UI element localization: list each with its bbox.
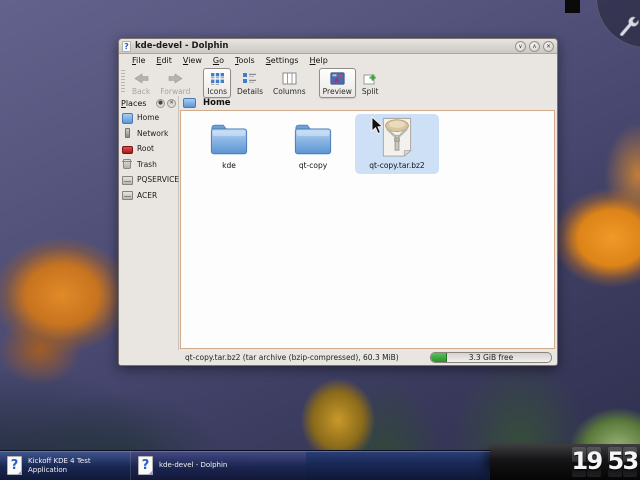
place-acer[interactable]: ACER	[119, 188, 178, 204]
window-icon: ?	[122, 41, 131, 52]
breadcrumb[interactable]: Home	[179, 96, 557, 110]
columns-view-button[interactable]: Columns	[269, 68, 310, 98]
dolphin-window: ? kde-devel - Dolphin ∨ ∧ ✕ File Edit Vi…	[118, 38, 558, 366]
task-icon: ?	[7, 456, 22, 475]
file-label: qt-copy.tar.bz2	[369, 161, 424, 170]
menu-view[interactable]: View	[183, 56, 202, 65]
minimize-button[interactable]: ∨	[515, 41, 526, 52]
details-view-icon	[242, 70, 257, 86]
places-header: Places ● ✕	[119, 96, 178, 110]
menu-help[interactable]: Help	[310, 56, 328, 65]
menubar: File Edit View Go Tools Settings Help	[119, 54, 557, 67]
back-button[interactable]: Back	[128, 68, 154, 98]
place-root[interactable]: Root	[119, 141, 178, 157]
place-trash[interactable]: Trash	[119, 157, 178, 173]
screen-artifact	[565, 0, 580, 13]
plasma-toolbox[interactable]	[596, 0, 640, 48]
task-dolphin[interactable]: ? kde-devel - Dolphin	[130, 451, 306, 480]
clock-digit: 3	[623, 447, 637, 477]
status-info: qt-copy.tar.bz2 (tar archive (bzip-compr…	[185, 353, 430, 362]
task-kickoff[interactable]: ? Kickoff KDE 4 Test Application	[0, 451, 130, 480]
forward-button[interactable]: Forward	[156, 68, 194, 98]
titlebar[interactable]: ? kde-devel - Dolphin ∨ ∧ ✕	[119, 39, 557, 54]
capacity-label: 3.3 GiB free	[431, 353, 551, 362]
place-pqservice[interactable]: PQSERVICE	[119, 172, 178, 188]
drive-icon	[122, 191, 133, 200]
folder-icon	[208, 117, 250, 157]
capacity-bar: 3.3 GiB free	[430, 352, 552, 363]
clock-widget: 1 9 5 3	[490, 444, 640, 480]
clock-digit: 1	[572, 447, 586, 477]
drive-icon	[122, 176, 133, 185]
file-label: kde	[222, 161, 236, 170]
wrench-icon	[614, 10, 640, 36]
archive-icon	[378, 117, 416, 157]
file-qt-copy-tar-bz2[interactable]: qt-copy.tar.bz2	[355, 114, 439, 174]
folder-icon	[292, 117, 334, 157]
preview-button[interactable]: Preview	[319, 68, 356, 98]
root-folder-icon	[122, 146, 133, 154]
menu-file[interactable]: File	[132, 56, 145, 65]
preview-icon	[330, 70, 345, 86]
home-folder-icon	[183, 98, 196, 108]
trash-icon	[123, 159, 131, 169]
flip-clock: 1 9 5 3	[571, 447, 637, 477]
places-float-button[interactable]: ●	[156, 99, 165, 108]
network-icon	[125, 128, 130, 138]
desktop: ? kde-devel - Dolphin ∨ ∧ ✕ File Edit Vi…	[0, 0, 640, 480]
folder-view[interactable]: kde qt-copy	[180, 110, 555, 349]
task-icon: ?	[138, 456, 153, 475]
toolbar-grip[interactable]	[121, 70, 125, 94]
columns-view-icon	[282, 70, 297, 86]
menu-edit[interactable]: Edit	[156, 56, 172, 65]
details-view-button[interactable]: Details	[233, 68, 267, 98]
forward-icon	[168, 70, 183, 86]
places-close-button[interactable]: ✕	[167, 99, 176, 108]
place-network[interactable]: Network	[119, 126, 178, 142]
home-folder-icon	[122, 113, 133, 124]
mouse-cursor	[371, 116, 383, 135]
clock-digit: 9	[587, 447, 601, 477]
statusbar: qt-copy.tar.bz2 (tar archive (bzip-compr…	[119, 350, 557, 365]
clock-digit: 5	[608, 447, 622, 477]
file-qt-copy[interactable]: qt-copy	[271, 114, 355, 174]
maximize-button[interactable]: ∧	[529, 41, 540, 52]
toolbar: Back Forward Icons	[119, 67, 557, 96]
window-title: kde-devel - Dolphin	[135, 41, 512, 51]
menu-settings[interactable]: Settings	[266, 56, 299, 65]
icons-view-button[interactable]: Icons	[203, 68, 231, 98]
icons-view-icon	[210, 70, 225, 86]
file-label: qt-copy	[299, 161, 327, 170]
breadcrumb-location[interactable]: Home	[203, 98, 231, 108]
back-icon	[134, 70, 149, 86]
menu-tools[interactable]: Tools	[235, 56, 255, 65]
split-icon	[363, 70, 378, 86]
file-kde[interactable]: kde	[187, 114, 271, 174]
places-title: Places	[121, 99, 154, 108]
close-button[interactable]: ✕	[543, 41, 554, 52]
menu-go[interactable]: Go	[213, 56, 224, 65]
split-button[interactable]: Split	[358, 68, 383, 98]
places-panel: Places ● ✕ Home Network Root	[119, 96, 179, 350]
place-home[interactable]: Home	[119, 110, 178, 126]
